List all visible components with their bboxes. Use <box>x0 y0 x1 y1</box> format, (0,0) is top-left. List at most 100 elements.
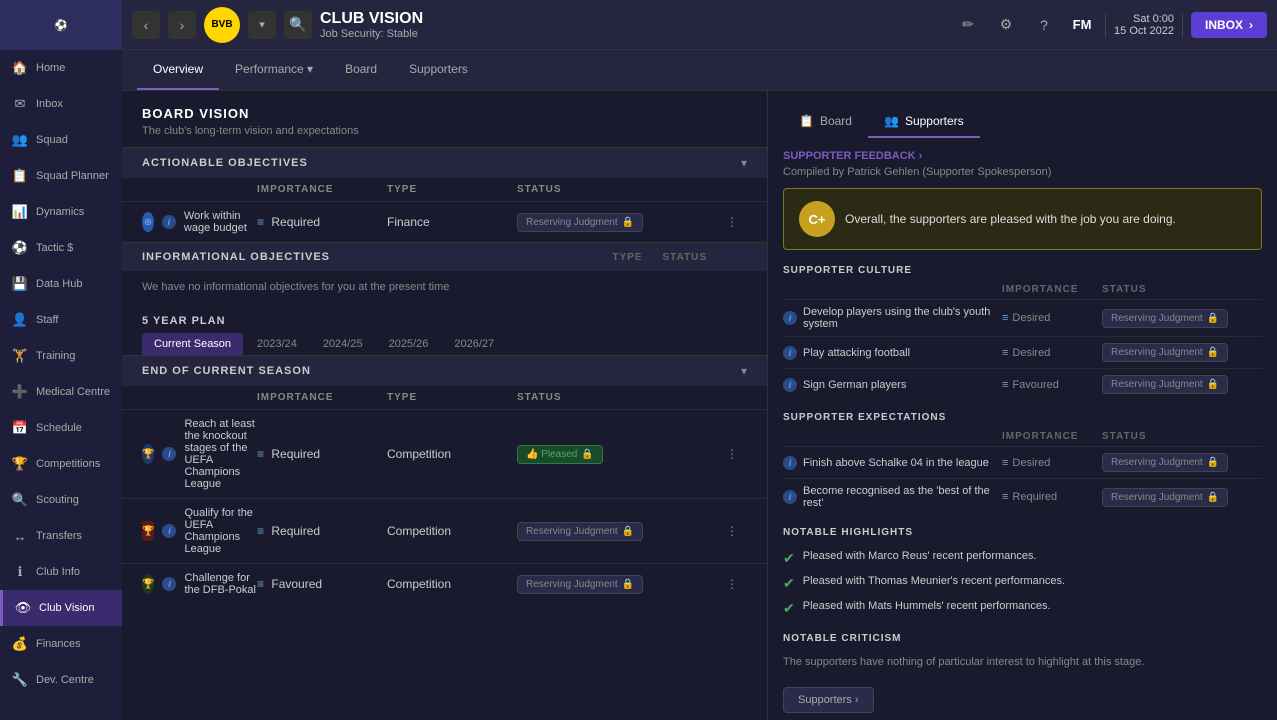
main-tabs: Overview Performance ▾ Board Supporters <box>122 50 1277 91</box>
culture-label-1: Develop players using the club's youth s… <box>803 306 1002 330</box>
right-tab-board[interactable]: 📋 Board <box>783 106 868 138</box>
sidebar-item-squad[interactable]: 👥 Squad <box>0 122 122 158</box>
status-badge-2: Reserving Judgment 🔒 <box>517 522 643 541</box>
expectations-importance-1: ≡Desired <box>1002 457 1102 469</box>
obj-options[interactable]: ⋮ <box>717 215 747 229</box>
year-tab-2324[interactable]: 2023/24 <box>245 333 309 355</box>
content-area: BOARD VISION The club's long-term vision… <box>122 91 1277 720</box>
expectations-name-2: i Become recognised as the 'best of the … <box>783 485 1002 509</box>
sidebar-item-label: Data Hub <box>36 278 82 290</box>
sidebar-item-medical[interactable]: ➕ Medical Centre <box>0 374 122 410</box>
settings-icon[interactable]: ⚙ <box>991 10 1021 40</box>
fm-badge: FM <box>1067 10 1097 40</box>
sidebar-logo: ⚽ <box>0 0 122 50</box>
nav-back-button[interactable]: ‹ <box>132 11 160 39</box>
left-panel: BOARD VISION The club's long-term vision… <box>122 91 767 720</box>
plan-importance-3: ≡ Favoured <box>257 577 387 591</box>
sidebar-item-label: Competitions <box>36 458 100 470</box>
actionable-col-headers: IMPORTANCE TYPE STATUS <box>122 178 767 201</box>
expectations-col-name <box>783 431 1002 442</box>
culture-importance-2: ≡Desired <box>1002 347 1102 359</box>
sidebar-item-club-info[interactable]: ℹ Club Info <box>0 554 122 590</box>
sidebar-item-club-vision[interactable]: 👁 Club Vision <box>0 590 122 626</box>
plan-options-3[interactable]: ⋮ <box>717 577 747 591</box>
expectations-info-1: i <box>783 456 797 470</box>
expand-icon[interactable]: ▾ <box>741 156 747 170</box>
informational-title: INFORMATIONAL OBJECTIVES <box>142 251 330 263</box>
supporters-tab-icon: 👥 <box>884 114 899 128</box>
squad-icon: 👥 <box>12 132 28 148</box>
sidebar-item-inbox[interactable]: ✉ Inbox <box>0 86 122 122</box>
sidebar-item-finances[interactable]: 💰 Finances <box>0 626 122 662</box>
sidebar-item-label: Transfers <box>36 530 82 542</box>
sidebar-item-dynamics[interactable]: 📊 Dynamics <box>0 194 122 230</box>
check-icon-1: ✔ <box>783 550 795 567</box>
datetime: Sat 0:00 15 Oct 2022 <box>1105 13 1183 37</box>
criticism-title: NOTABLE CRITICISM <box>783 633 1262 644</box>
highlight-text-2: Pleased with Thomas Meunier's recent per… <box>803 575 1065 587</box>
supporters-button-label: Supporters › <box>798 694 859 706</box>
sidebar-item-label: Medical Centre <box>36 386 110 398</box>
sidebar-item-squad-planner[interactable]: 📋 Squad Planner <box>0 158 122 194</box>
sidebar-item-competitions[interactable]: 🏆 Competitions <box>0 446 122 482</box>
col-type-info: TYPE <box>612 252 642 263</box>
sidebar: ⚽ 🏠 Home ✉ Inbox 👥 Squad 📋 Squad Planner… <box>0 0 122 720</box>
expectations-row-1: i Finish above Schalke 04 in the league … <box>783 446 1262 478</box>
sidebar-item-staff[interactable]: 👤 Staff <box>0 302 122 338</box>
sidebar-item-training[interactable]: 🏋 Training <box>0 338 122 374</box>
year-tab-2425[interactable]: 2024/25 <box>311 333 375 355</box>
obj-icon: ⊕ <box>142 212 154 232</box>
expand-icon2[interactable]: ▾ <box>741 364 747 378</box>
feedback-sub: Compiled by Patrick Gehlen (Supporter Sp… <box>783 166 1262 178</box>
nav-forward-button[interactable]: › <box>168 11 196 39</box>
tab-performance[interactable]: Performance ▾ <box>219 50 329 90</box>
plan-obj-name-3: 🏆 i Challenge for the DFB-Pokal <box>142 572 257 596</box>
expectations-status-1: Reserving Judgment 🔒 <box>1102 453 1262 472</box>
col-importance2: IMPORTANCE <box>257 392 387 403</box>
sidebar-item-label: Inbox <box>36 98 63 110</box>
year-tab-2526[interactable]: 2025/26 <box>377 333 441 355</box>
finances-icon: 💰 <box>12 636 28 652</box>
importance-icon-1: ≡ <box>257 447 264 461</box>
plan-options-2[interactable]: ⋮ <box>717 524 747 538</box>
sidebar-item-tactics[interactable]: ⚽ Tactic $ <box>0 230 122 266</box>
edit-icon[interactable]: ✏ <box>953 10 983 40</box>
help-icon[interactable]: ? <box>1029 10 1059 40</box>
informational-objectives-header: INFORMATIONAL OBJECTIVES TYPE STATUS <box>122 242 767 271</box>
sidebar-item-dev-centre[interactable]: 🔧 Dev. Centre <box>0 662 122 698</box>
club-info-header: CLUB VISION Job Security: Stable <box>320 10 945 40</box>
sidebar-item-label: Training <box>36 350 75 362</box>
club-nav-button[interactable]: ▾ <box>248 11 276 39</box>
info-icon-2: i <box>162 524 176 538</box>
tab-overview[interactable]: Overview <box>137 50 219 90</box>
supporters-button[interactable]: Supporters › <box>783 687 874 713</box>
importance-icon-2: ≡ <box>257 524 264 538</box>
sidebar-item-scouting[interactable]: 🔍 Scouting <box>0 482 122 518</box>
expectations-importance-2: ≡Required <box>1002 491 1102 503</box>
culture-name-3: i Sign German players <box>783 378 1002 392</box>
year-tab-current[interactable]: Current Season <box>142 333 243 355</box>
sidebar-item-schedule[interactable]: 📅 Schedule <box>0 410 122 446</box>
highlight-text-1: Pleased with Marco Reus' recent performa… <box>803 550 1037 562</box>
sidebar-item-data-hub[interactable]: 💾 Data Hub <box>0 266 122 302</box>
search-button[interactable]: 🔍 <box>284 11 312 39</box>
status-badge-3: Reserving Judgment 🔒 <box>517 575 643 594</box>
sidebar-item-home[interactable]: 🏠 Home <box>0 50 122 86</box>
right-tab-supporters[interactable]: 👥 Supporters <box>868 106 980 138</box>
club-info-icon: ℹ <box>12 564 28 580</box>
staff-icon: 👤 <box>12 312 28 328</box>
tab-board[interactable]: Board <box>329 50 393 90</box>
sidebar-item-transfers[interactable]: ↔ Transfers <box>0 518 122 554</box>
inbox-button[interactable]: INBOX › <box>1191 12 1267 38</box>
feedback-title[interactable]: SUPPORTER FEEDBACK › <box>783 150 1262 162</box>
col-name <box>142 184 257 195</box>
year-tab-2627[interactable]: 2026/27 <box>442 333 506 355</box>
board-vision-header: BOARD VISION The club's long-term vision… <box>122 91 767 147</box>
informational-empty: We have no informational objectives for … <box>122 271 767 303</box>
plan-status-2: Reserving Judgment 🔒 <box>517 522 717 541</box>
lock-icon-3: 🔒 <box>622 579 634 590</box>
col-status-info: STATUS <box>662 252 707 263</box>
tab-supporters[interactable]: Supporters <box>393 50 484 90</box>
plan-options-1[interactable]: ⋮ <box>717 447 747 461</box>
transfers-icon: ↔ <box>12 528 28 544</box>
